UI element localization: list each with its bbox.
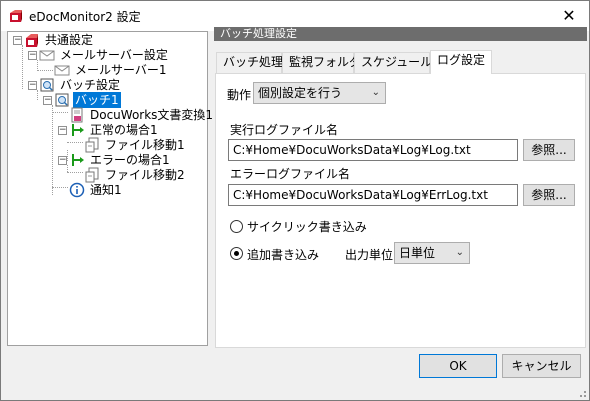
tree-item-notify-1[interactable]: 通知1 xyxy=(69,182,124,198)
tree-item-error-1[interactable]: エラーの場合1 xyxy=(69,152,172,168)
gear-box-icon xyxy=(26,34,38,47)
radio-cyclic-write-label[interactable]: サイクリック書き込み xyxy=(247,218,367,235)
tree-item-file-move-1[interactable]: ファイル移動1 xyxy=(84,137,187,153)
tree-item-label: バッチ設定 xyxy=(60,78,121,92)
expander-batch-settings[interactable]: − xyxy=(28,81,37,90)
file-move-icon xyxy=(85,167,99,183)
batch-icon xyxy=(55,93,69,107)
mail-icon xyxy=(54,65,70,76)
settings-window: eDocMonitor2 設定 ✕ − 共通設定 − メールサーバー設定 メール… xyxy=(0,0,590,401)
tree-item-label: エラーの場合1 xyxy=(90,153,170,167)
app-icon xyxy=(10,10,22,22)
tree-item-file-move-2[interactable]: ファイル移動2 xyxy=(84,167,187,183)
resize-grip-icon[interactable] xyxy=(577,388,587,398)
tree-item-batch-settings[interactable]: バッチ設定 xyxy=(39,77,122,93)
error-log-browse-button[interactable]: 参照... xyxy=(523,184,575,206)
info-icon xyxy=(69,182,85,198)
expander-mail[interactable]: − xyxy=(28,51,37,60)
tree-item-mail-settings[interactable]: メールサーバー設定 xyxy=(39,47,170,63)
tree-item-label: ファイル移動1 xyxy=(105,138,185,152)
radio-append-write-label[interactable]: 追加書き込み xyxy=(247,246,319,263)
radio-cyclic-write[interactable] xyxy=(230,220,243,233)
close-button[interactable]: ✕ xyxy=(549,1,589,29)
green-branch-icon xyxy=(72,124,84,136)
tab-watch-folder[interactable]: 監視フォルダ xyxy=(282,52,361,73)
file-move-icon xyxy=(85,137,99,153)
chevron-down-icon: ⌄ xyxy=(455,247,464,258)
close-icon[interactable]: ✕ xyxy=(562,6,575,25)
expander-success-1[interactable]: − xyxy=(58,126,67,135)
batch-icon xyxy=(40,78,54,92)
tree-item-label: 正常の場合1 xyxy=(90,123,158,137)
action-select[interactable]: 個別設定を行う ⌄ xyxy=(253,82,386,104)
output-unit-value: 日単位 xyxy=(399,246,436,260)
expander-error-1[interactable]: − xyxy=(58,156,67,165)
tree-item-label: 共通設定 xyxy=(45,33,94,47)
tab-log-settings[interactable]: ログ設定 xyxy=(430,50,492,74)
expander-common[interactable]: − xyxy=(13,36,22,45)
window-title: eDocMonitor2 設定 xyxy=(29,10,141,24)
tree-item-label: ファイル移動2 xyxy=(105,168,185,182)
docuworks-icon xyxy=(71,107,83,123)
tree-item-mail-server-1[interactable]: メールサーバー1 xyxy=(54,62,169,78)
green-branch-icon xyxy=(72,154,84,166)
ok-button[interactable]: OK xyxy=(419,354,497,378)
tree-item-batch-1[interactable]: バッチ1 xyxy=(54,92,121,108)
exec-log-path-input[interactable]: C:¥Home¥DocuWorksData¥Log¥Log.txt xyxy=(228,139,518,161)
mail-icon xyxy=(39,50,55,61)
chevron-down-icon: ⌄ xyxy=(371,87,380,98)
error-log-label: エラーログファイル名 xyxy=(230,167,351,181)
tree-item-label: 通知1 xyxy=(90,183,122,197)
panel-header: バッチ処理設定 xyxy=(214,27,587,41)
tab-schedule[interactable]: スケジュール xyxy=(354,52,432,73)
tree-item-success-1[interactable]: 正常の場合1 xyxy=(69,122,160,138)
radio-append-write[interactable] xyxy=(230,247,243,260)
error-log-path-input[interactable]: C:¥Home¥DocuWorksData¥Log¥ErrLog.txt xyxy=(228,184,518,206)
expander-batch-1[interactable]: − xyxy=(43,96,52,105)
cancel-button[interactable]: キャンセル xyxy=(502,354,581,378)
exec-log-browse-button[interactable]: 参照... xyxy=(523,139,575,161)
tree-item-label: メールサーバー1 xyxy=(75,63,167,77)
tab-batch-process[interactable]: バッチ処理 xyxy=(216,52,283,73)
action-label: 動作 xyxy=(227,88,252,102)
settings-tree: − 共通設定 − メールサーバー設定 メールサーバー1 − バッチ設定 − バッ… xyxy=(7,31,213,346)
action-select-value: 個別設定を行う xyxy=(258,86,343,100)
tree-item-label: メールサーバー設定 xyxy=(60,48,168,62)
tree-item-common[interactable]: 共通設定 xyxy=(24,32,95,48)
tree-item-label: DocuWorks文書変換1 xyxy=(90,108,214,122)
exec-log-label: 実行ログファイル名 xyxy=(230,123,339,137)
output-unit-label: 出力単位 xyxy=(345,248,394,262)
tree-item-label: バッチ1 xyxy=(73,92,121,108)
tree-item-docuworks-convert-1[interactable]: DocuWorks文書変換1 xyxy=(69,107,215,123)
output-unit-select[interactable]: 日単位 ⌄ xyxy=(394,242,470,264)
tab-content-log-settings xyxy=(215,73,586,348)
